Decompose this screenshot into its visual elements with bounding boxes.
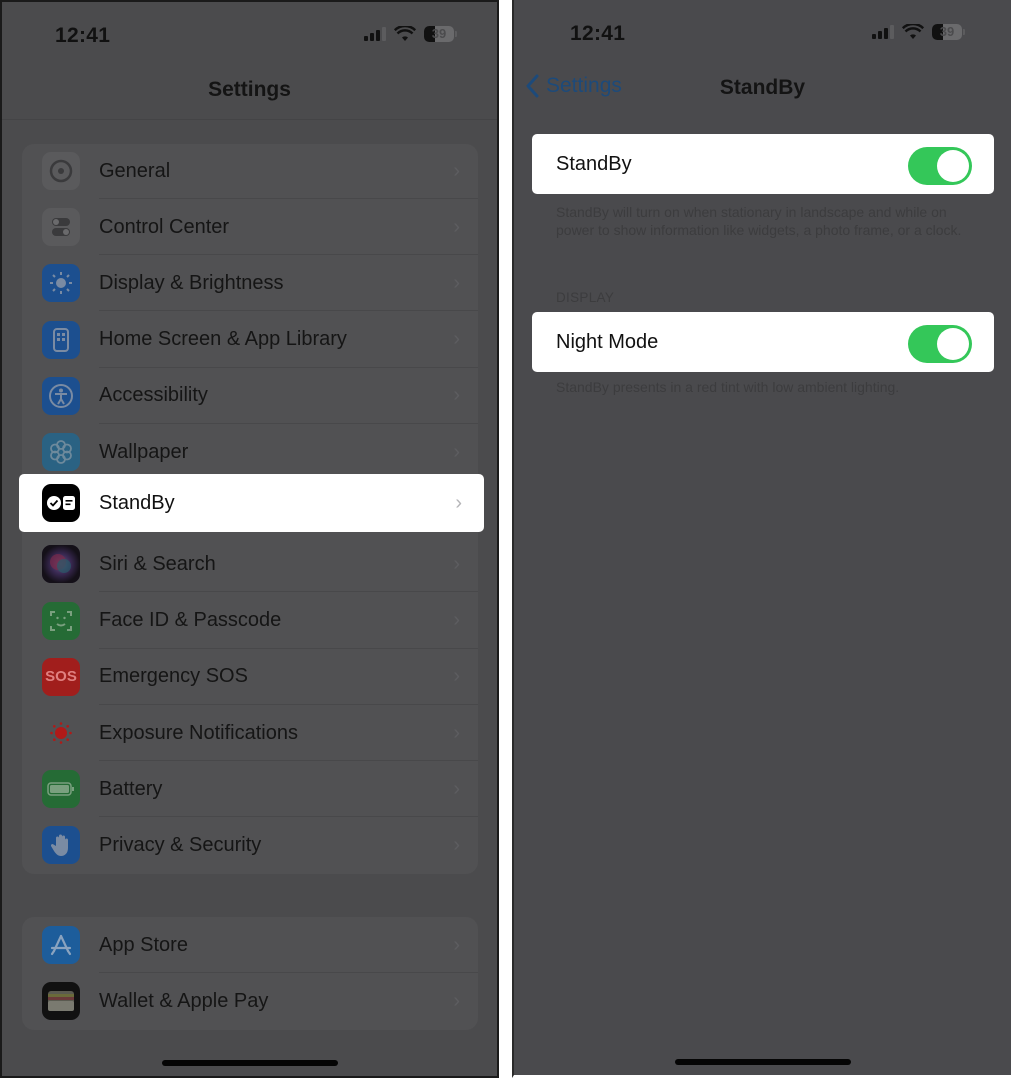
settings-item-display-brightness[interactable]: Display & Brightness › (22, 255, 478, 312)
settings-item-face-id-passcode[interactable]: Face ID & Passcode › (22, 593, 478, 649)
status-icons: 39 (872, 24, 965, 40)
display-section-header: DISPLAY (556, 290, 615, 305)
settings-item-app-store[interactable]: App Store › (22, 917, 478, 973)
settings-item-label: Battery (99, 777, 163, 800)
settings-group-apps: App Store › Wallet & Apple Pay › (22, 917, 478, 1030)
settings-item-label: Wallet & Apple Pay (99, 989, 269, 1012)
standby-icon (42, 484, 80, 522)
chevron-right-icon: › (453, 159, 460, 182)
flower-icon (42, 433, 80, 471)
settings-item-label: Exposure Notifications (99, 721, 298, 744)
chevron-right-icon: › (455, 491, 462, 514)
wifi-icon (394, 26, 416, 41)
chevron-right-icon: › (453, 440, 460, 463)
settings-item-battery[interactable]: Battery › (22, 761, 478, 818)
chevron-right-icon: › (453, 989, 460, 1012)
nav-divider (2, 119, 497, 120)
chevron-right-icon: › (453, 384, 460, 407)
wifi-icon (902, 24, 924, 39)
app-store-icon (42, 926, 80, 964)
settings-item-privacy-security[interactable]: Privacy & Security › (22, 817, 478, 873)
standby-screen: 12:41 39 Settings StandBy StandBy StandB… (512, 0, 1011, 1078)
hand-icon (42, 826, 80, 865)
chevron-right-icon: › (453, 833, 460, 856)
settings-item-home-screen-app-library[interactable]: Home Screen & App Library › (22, 312, 478, 368)
status-time: 12:41 (570, 22, 626, 45)
battery-indicator-icon: 39 (424, 26, 454, 42)
toggles-icon (42, 208, 80, 247)
chevron-right-icon: › (453, 777, 460, 800)
settings-item-label: Accessibility (99, 384, 208, 407)
chevron-right-icon: › (453, 933, 460, 956)
battery-indicator-icon: 39 (932, 24, 962, 40)
settings-item-wallet-apple-pay[interactable]: Wallet & Apple Pay › (22, 973, 478, 1029)
chevron-right-icon: › (453, 721, 460, 744)
status-time: 12:41 (55, 24, 111, 47)
settings-item-label: Display & Brightness (99, 271, 284, 294)
cellular-signal-icon (872, 25, 894, 39)
standby-footnote: StandBy will turn on when stationary in … (556, 204, 962, 238)
home-indicator (161, 1060, 338, 1066)
settings-item-label: Wallpaper (99, 440, 189, 463)
status-bar: 12:41 39 (2, 20, 497, 52)
standby-toggle-switch[interactable] (908, 147, 972, 185)
chevron-right-icon: › (453, 215, 460, 238)
night-mode-label: Night Mode (556, 331, 659, 353)
night-mode-toggle-switch[interactable] (908, 325, 972, 363)
sos-icon: SOS (42, 657, 80, 696)
settings-item-label: Control Center (99, 215, 230, 238)
accessibility-icon (42, 376, 80, 415)
night-mode-toggle-row: Night Mode (532, 312, 994, 372)
settings-item-label: Home Screen & App Library (99, 328, 347, 351)
sun-icon (42, 264, 80, 303)
wallet-icon (42, 982, 80, 1020)
chevron-right-icon: › (453, 328, 460, 351)
page-title: StandBy (719, 76, 806, 99)
home-indicator (674, 1059, 851, 1065)
settings-item-standby-highlighted[interactable]: StandBy › (19, 474, 484, 532)
settings-item-emergency-sos[interactable]: SOS Emergency SOS › (22, 649, 478, 705)
settings-item-accessibility[interactable]: Accessibility › (22, 368, 478, 424)
settings-item-control-center[interactable]: Control Center › (22, 199, 478, 256)
battery-icon (42, 770, 80, 809)
gear-icon (42, 152, 80, 190)
chevron-right-icon: › (453, 552, 460, 575)
home-screen-icon (42, 320, 80, 359)
settings-item-label: Privacy & Security (99, 833, 262, 856)
settings-item-label: Emergency SOS (99, 665, 248, 688)
night-mode-footnote: StandBy presents in a red tint with low … (556, 379, 900, 395)
settings-item-label: Siri & Search (99, 552, 216, 575)
settings-screen: 12:41 39 Settings General › Control Center… (0, 0, 499, 1078)
settings-item-label: App Store (99, 933, 188, 956)
settings-item-wallpaper[interactable]: Wallpaper › (22, 424, 478, 480)
chevron-right-icon: › (453, 609, 460, 632)
exposure-icon (42, 714, 80, 752)
standby-toggle-row: StandBy (532, 134, 994, 194)
status-icons: 39 (364, 26, 457, 42)
chevron-right-icon: › (453, 665, 460, 688)
cellular-signal-icon (364, 27, 386, 41)
page-title: Settings (208, 78, 291, 101)
standby-toggle-label: StandBy (556, 153, 632, 175)
settings-item-label: Face ID & Passcode (99, 609, 282, 632)
face-id-icon (42, 601, 80, 640)
chevron-right-icon: › (453, 271, 460, 294)
settings-item-label: General (99, 159, 171, 182)
siri-icon (42, 545, 80, 584)
settings-item-general[interactable]: General › (22, 143, 478, 199)
settings-item-siri-search[interactable]: Siri & Search › (22, 536, 478, 593)
status-bar: 12:41 39 (514, 18, 1011, 50)
settings-item-label: StandBy (99, 491, 175, 514)
settings-item-exposure-notifications[interactable]: Exposure Notifications › (22, 705, 478, 761)
